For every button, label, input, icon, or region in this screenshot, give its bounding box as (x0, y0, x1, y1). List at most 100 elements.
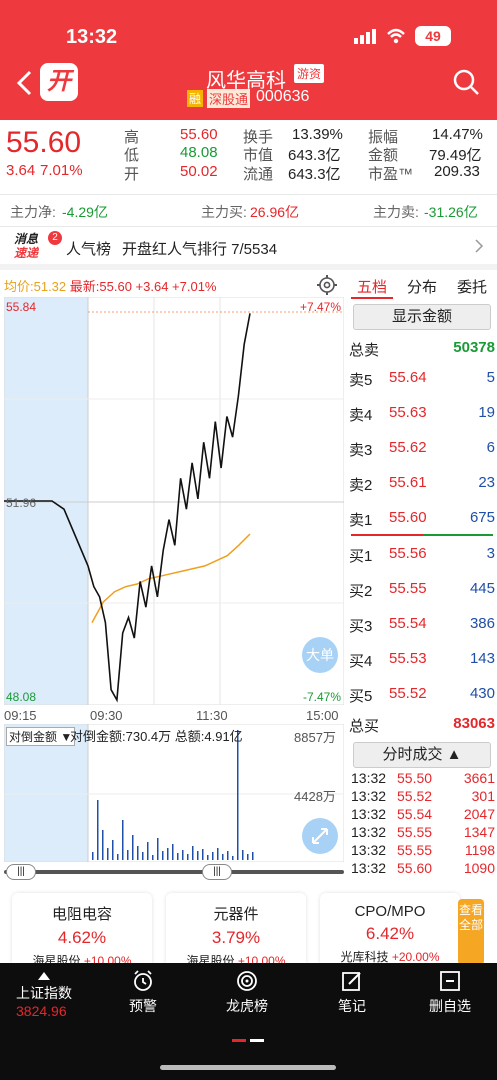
nav-alert-label: 预警 (129, 998, 157, 1014)
volume-bar (192, 846, 194, 860)
index-value: 3824.96 (16, 1003, 67, 1019)
sector-name: 元器件 (213, 906, 259, 923)
tick-volume: 2047 (463, 806, 495, 822)
ticks-button[interactable]: 分时成交 ▲ (353, 742, 491, 768)
time-axis: 09:15 09:30 11:30 15:00 (4, 708, 344, 724)
y-mid-label: 51.96 (6, 496, 36, 510)
bid-volume: 143 (469, 650, 495, 667)
ask-price: 55.60 (389, 509, 427, 526)
volume-bar (112, 840, 114, 860)
settings-gear-icon[interactable] (316, 274, 338, 296)
volume-bar (157, 838, 159, 860)
time-1130: 11:30 (196, 708, 228, 723)
big-order-label: 大单 (306, 647, 334, 663)
fund-flow[interactable]: 主力净: -4.29亿 主力买: 26.96亿 主力卖: -31.26亿 (0, 196, 497, 224)
page-indicator (232, 1039, 264, 1043)
sector-card[interactable]: CPO/MPO 6.42% 光库科技 +20.00% (320, 893, 460, 968)
nav-alert[interactable]: 预警 (93, 963, 193, 1033)
scroll-handle-left[interactable]: ||| (6, 864, 36, 880)
volume-bar (92, 852, 94, 860)
bid-price: 55.54 (389, 615, 427, 632)
value-amount: 79.49亿 (429, 147, 482, 164)
label-amount: 金额 (368, 147, 399, 164)
nav-notes[interactable]: 笔记 (302, 963, 402, 1033)
label-pe: 市盈™ (368, 166, 414, 183)
ask-row[interactable]: 卖1 55.60 675 (347, 504, 497, 534)
total-sell-value: 50378 (453, 339, 495, 356)
spread-line (351, 534, 423, 536)
big-order-button[interactable]: 大单 (302, 637, 338, 673)
tick-time: 13:32 (351, 842, 387, 858)
volume-chart[interactable]: 对倒金额 ▼ 对倒金额:730.4万 总额:4.91亿 8857万 4428万 (3, 723, 345, 863)
time-scrollbar[interactable]: ||| ||| (4, 864, 344, 880)
ask-row[interactable]: 卖5 55.64 5 (347, 364, 497, 394)
expand-button[interactable] (302, 818, 338, 854)
alarm-clock-icon (134, 970, 152, 991)
nav-remove-watchlist[interactable]: 删自选 (400, 963, 497, 1033)
scroll-handle-right[interactable]: ||| (202, 864, 232, 880)
tick-volume: 3661 (463, 770, 495, 786)
show-amount-button[interactable]: 显示金额 (353, 304, 491, 330)
tick-volume: 1347 (463, 824, 495, 840)
sector-stock: 光库科技 (340, 950, 389, 964)
nav-dragon-tiger[interactable]: 龙虎榜 (197, 963, 297, 1033)
total-buy-label: 总买 (349, 718, 380, 735)
volume-bar (232, 856, 234, 860)
bid-level: 买4 (349, 653, 373, 670)
tab-orders[interactable]: 委托 (457, 276, 487, 297)
ask-volume: 675 (469, 509, 495, 526)
value-high: 55.60 (180, 126, 218, 143)
volume-bar (227, 851, 229, 860)
nav-notes-label: 笔记 (338, 998, 366, 1014)
volume-mid: 4428万 (294, 789, 336, 804)
volume-selector-label: 对倒金额 (9, 730, 58, 744)
bid-row[interactable]: 买4 55.53 143 (347, 645, 497, 675)
sector-card[interactable]: 元器件 3.79% 海星股份 +10.00% (166, 893, 306, 968)
sell-label: 主力卖: (373, 204, 419, 220)
bid-volume: 386 (469, 615, 495, 632)
quote-panel: 55.60 3.64 7.01% 高 低 开 55.60 48.08 50.02… (0, 120, 497, 194)
tick-time: 13:32 (351, 806, 387, 822)
bid-row[interactable]: 买1 55.56 3 (347, 540, 497, 570)
buy-label: 主力买: (201, 204, 247, 220)
last-price: 55.60 (6, 126, 82, 159)
ask-price: 55.61 (389, 474, 427, 491)
value-amp: 14.47% (432, 126, 483, 143)
ask-row[interactable]: 卖3 55.62 6 (347, 434, 497, 464)
net-label: 主力净: (10, 204, 56, 220)
bid-row[interactable]: 买5 55.52 430 (347, 680, 497, 710)
index-label[interactable]: 上证指数 (16, 983, 72, 1003)
ask-row[interactable]: 卖2 55.61 23 (347, 469, 497, 499)
news-row[interactable]: 消息 速递 2 人气榜 开盘红人气排行 7/5534 (0, 228, 497, 264)
bid-row[interactable]: 买2 55.55 445 (347, 575, 497, 605)
tick-row: 13:32 55.54 2047 (347, 806, 497, 824)
volume-bar (117, 854, 119, 860)
tick-time: 13:32 (351, 788, 387, 804)
ask-row[interactable]: 卖4 55.63 19 (347, 399, 497, 429)
search-icon[interactable] (452, 68, 480, 96)
volume-bar (147, 842, 149, 860)
tick-row: 13:32 55.55 1347 (347, 824, 497, 842)
logo-text: 开 (47, 68, 71, 95)
news-count: 2 (48, 231, 62, 245)
signal-icon (354, 28, 378, 44)
intraday-chart[interactable]: 55.84 51.96 48.08 +7.47% -7.47% 大单 (3, 296, 345, 706)
price-pct: 7.01% (40, 162, 83, 179)
volume-bar (242, 850, 244, 860)
tab-distribution[interactable]: 分布 (407, 276, 437, 297)
sector-card[interactable]: 电阻电容 4.62% 海星股份 +10.00% (12, 893, 152, 968)
bid-row[interactable]: 买3 55.54 386 (347, 610, 497, 640)
back-icon[interactable] (14, 68, 36, 98)
bid-price: 55.55 (389, 580, 427, 597)
tab-wudang[interactable]: 五档 (357, 276, 387, 297)
volume-bar (177, 853, 179, 860)
volume-selector[interactable]: 对倒金额 ▼ (6, 727, 76, 746)
app-logo[interactable]: 开 (40, 63, 78, 101)
view-all-button[interactable]: 查看全部 (458, 899, 484, 965)
time-1500: 15:00 (306, 708, 339, 723)
sector-pct: 6.42% (365, 924, 415, 943)
tick-price: 55.50 (397, 770, 433, 786)
bottom-nav: 上证指数 3824.96 预警 龙虎榜 笔记 删自选 (0, 963, 497, 1080)
stock-code: 000636 (256, 88, 310, 105)
ask-level: 卖3 (349, 442, 373, 459)
